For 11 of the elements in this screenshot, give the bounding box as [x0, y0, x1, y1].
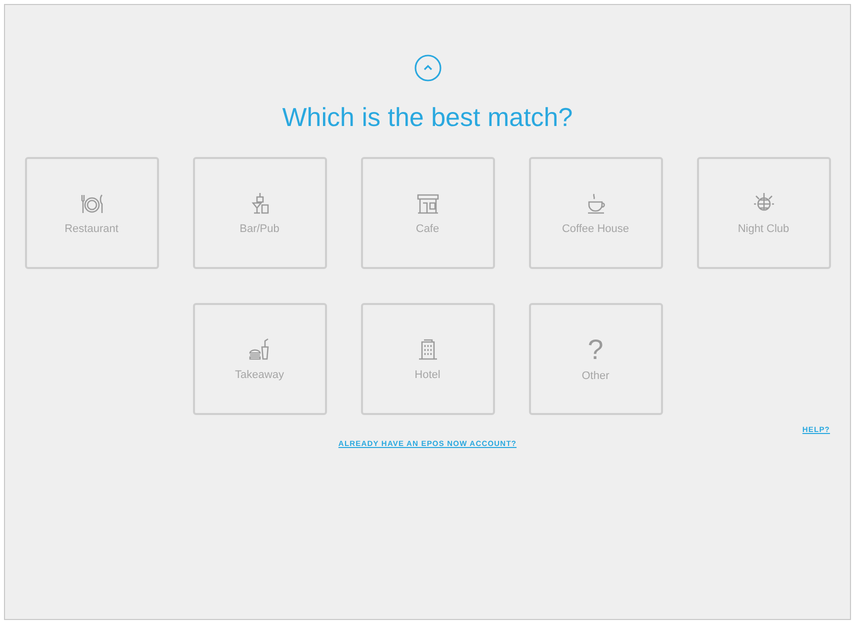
page-heading: Which is the best match? — [282, 101, 573, 133]
category-card[interactable]: Restaurant — [24, 157, 158, 269]
category-card[interactable]: Hotel — [360, 303, 494, 415]
category-card[interactable]: Coffee House — [528, 157, 662, 269]
collapse-up-icon — [414, 54, 442, 82]
category-card[interactable]: ? Other — [528, 303, 662, 415]
category-card[interactable]: Takeaway — [192, 303, 326, 415]
question-icon: ? — [588, 336, 604, 364]
category-card[interactable]: Night Club — [696, 157, 830, 269]
category-card[interactable]: Cafe — [360, 157, 494, 269]
category-card[interactable]: Bar/Pub — [192, 157, 326, 269]
